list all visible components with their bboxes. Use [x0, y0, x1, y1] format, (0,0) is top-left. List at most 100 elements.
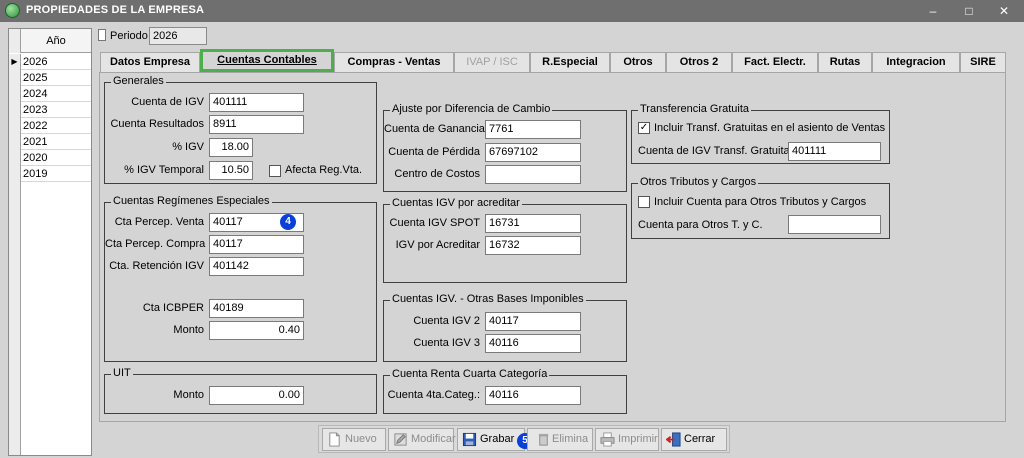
uit-title: UIT: [111, 367, 133, 379]
cuenta-igv-field[interactable]: 401111: [209, 93, 304, 112]
monto-label: Monto: [173, 324, 204, 336]
otros-tributos-group: Otros Tributos y Cargos Incluir Cuenta p…: [631, 176, 890, 239]
cuenta-igv-label: Cuenta de IGV: [131, 96, 204, 108]
close-window-button[interactable]: ✕: [991, 2, 1017, 20]
pct-igv-field[interactable]: 18.00: [209, 138, 253, 157]
afecta-reg-vta-label: Afecta Reg.Vta.: [285, 164, 363, 176]
incluir-transf-gratuitas-checkbox[interactable]: ✓: [638, 122, 650, 134]
cuenta-resultados-label: Cuenta Resultados: [110, 118, 204, 130]
year-grid[interactable]: Año ▶ 2026 2025 2024 2023 2022 2021 2020 …: [8, 28, 92, 456]
centro-costos-field[interactable]: [485, 165, 581, 184]
otras-bases-group: Cuentas IGV. - Otras Bases Imponibles Cu…: [383, 293, 627, 362]
year-row[interactable]: ▶ 2026: [9, 54, 91, 70]
modificar-button[interactable]: Modificar: [388, 428, 456, 451]
year-grid-header: Año: [9, 29, 91, 53]
printer-icon: [600, 432, 615, 447]
incluir-otros-tributos-label: Incluir Cuenta para Otros Tributos y Car…: [654, 196, 867, 208]
uit-monto-field[interactable]: 0.00: [209, 386, 304, 405]
cuenta-perdida-label: Cuenta de Pérdida: [388, 146, 480, 158]
new-document-icon: [329, 432, 340, 447]
cta-icbper-field[interactable]: 40189: [209, 299, 304, 318]
year-row[interactable]: 2019: [9, 166, 91, 182]
tab-sire[interactable]: SIRE: [960, 52, 1006, 72]
cuenta-otros-tyc-field[interactable]: [788, 215, 881, 234]
periodo-field[interactable]: 2026: [149, 27, 207, 45]
transferencia-title: Transferencia Gratuita: [638, 103, 752, 115]
maximize-button[interactable]: □: [956, 2, 982, 20]
cuenta-resultados-field[interactable]: 8911: [209, 115, 304, 134]
tab-cuentas-contables[interactable]: Cuentas Contables: [200, 49, 334, 72]
year-row[interactable]: 2022: [9, 118, 91, 134]
igv-por-acreditar-label: IGV por Acreditar: [395, 239, 480, 251]
cuenta-perdida-field[interactable]: 67697102: [485, 143, 581, 162]
cta-percep-compra-field[interactable]: 40117: [209, 235, 304, 254]
uit-monto-label: Monto: [173, 389, 204, 401]
ajuste-group: Ajuste por Diferencia de Cambio Cuenta d…: [383, 103, 627, 192]
afecta-reg-vta-checkbox[interactable]: [269, 165, 281, 177]
year-column-header: Año: [46, 35, 66, 47]
igv-spot-field[interactable]: 16731: [485, 214, 581, 233]
cuentas-contables-panel: Generales Cuenta de IGV 401111 Cuenta Re…: [99, 72, 1006, 422]
regimenes-title: Cuentas Regímenes Especiales: [111, 195, 272, 207]
cta-percep-venta-label: Cta Percep. Venta: [114, 216, 204, 228]
generales-title: Generales: [111, 75, 166, 87]
year-row[interactable]: 2021: [9, 134, 91, 150]
renta-cuarta-group: Cuenta Renta Cuarta Categoría Cuenta 4ta…: [383, 368, 627, 414]
tab-rutas[interactable]: Rutas: [818, 52, 872, 72]
year-row[interactable]: 2024: [9, 86, 91, 102]
tab-r-especial[interactable]: R.Especial: [530, 52, 610, 72]
pct-igv-label: % IGV: [172, 141, 204, 153]
cuenta-igv3-field[interactable]: 40116: [485, 334, 581, 353]
periodo-label: Periodo: [110, 30, 148, 42]
tab-otros[interactable]: Otros: [610, 52, 666, 72]
tab-datos-empresa[interactable]: Datos Empresa: [100, 52, 200, 72]
pct-igv-temporal-field[interactable]: 10.50: [209, 161, 253, 180]
cuenta-igv3-label: Cuenta IGV 3: [413, 337, 480, 349]
year-row[interactable]: 2025: [9, 70, 91, 86]
exit-door-icon: [666, 432, 681, 447]
igv-acreditar-title: Cuentas IGV por acreditar: [390, 197, 522, 209]
renta-cuarta-title: Cuenta Renta Cuarta Categoría: [390, 368, 550, 380]
cuenta-4ta-categ-label: Cuenta 4ta.Categ.:: [387, 389, 480, 401]
imprimir-button[interactable]: Imprimir: [595, 428, 659, 451]
tab-fact-electr[interactable]: Fact. Electr.: [732, 52, 818, 72]
current-row-arrow-icon: ▶: [9, 54, 21, 70]
centro-costos-label: Centro de Costos: [394, 168, 480, 180]
cta-percep-compra-label: Cta Percep. Compra: [105, 238, 206, 250]
cerrar-button[interactable]: Cerrar: [661, 428, 727, 451]
uit-group: UIT Monto 0.00: [104, 367, 377, 414]
otras-bases-title: Cuentas IGV. - Otras Bases Imponibles: [390, 293, 586, 305]
grabar-button[interactable]: Grabar: [457, 428, 525, 451]
igv-acreditar-group: Cuentas IGV por acreditar Cuenta IGV SPO…: [383, 197, 627, 283]
igv-por-acreditar-field[interactable]: 16732: [485, 236, 581, 255]
otros-tributos-title: Otros Tributos y Cargos: [638, 176, 759, 188]
minimize-button[interactable]: –: [920, 2, 946, 20]
incluir-transf-gratuitas-label: Incluir Transf. Gratuitas en el asiento …: [654, 122, 886, 134]
edit-icon: [394, 433, 407, 446]
cuenta-ganancia-label: Cuenta de Ganancia: [384, 123, 485, 135]
tab-otros-2[interactable]: Otros 2: [666, 52, 732, 72]
periodo-indicator: [98, 29, 106, 41]
save-disk-icon: [462, 432, 477, 447]
tab-integracion[interactable]: Integracion: [872, 52, 960, 72]
nuevo-button[interactable]: Nuevo: [322, 428, 386, 451]
year-row[interactable]: 2023: [9, 102, 91, 118]
action-toolbar: Nuevo Modificar Grabar 5 Elimina Imprimi…: [318, 425, 730, 453]
tab-ivap-isc[interactable]: IVAP / ISC: [454, 52, 530, 72]
tab-compras-ventas[interactable]: Compras - Ventas: [334, 52, 454, 72]
cta-retencion-igv-field[interactable]: 401142: [209, 257, 304, 276]
cuenta-igv2-field[interactable]: 40117: [485, 312, 581, 331]
regimenes-group: Cuentas Regímenes Especiales Cta Percep.…: [104, 195, 377, 362]
cuenta-ganancia-field[interactable]: 7761: [485, 120, 581, 139]
incluir-otros-tributos-checkbox[interactable]: [638, 196, 650, 208]
cuenta-igv-transf-field[interactable]: 401111: [788, 142, 881, 161]
cuenta-4ta-categ-field[interactable]: 40116: [485, 386, 581, 405]
title-bar: PROPIEDADES DE LA EMPRESA – □ ✕: [0, 0, 1024, 22]
year-row[interactable]: 2020: [9, 150, 91, 166]
monto-field[interactable]: 0.40: [209, 321, 304, 340]
elimina-button[interactable]: Elimina: [527, 428, 593, 451]
app-icon: [5, 3, 20, 18]
transferencia-gratuita-group: Transferencia Gratuita ✓ Incluir Transf.…: [631, 103, 890, 164]
cta-icbper-label: Cta ICBPER: [142, 302, 204, 314]
pct-igv-temporal-label: % IGV Temporal: [124, 164, 204, 176]
